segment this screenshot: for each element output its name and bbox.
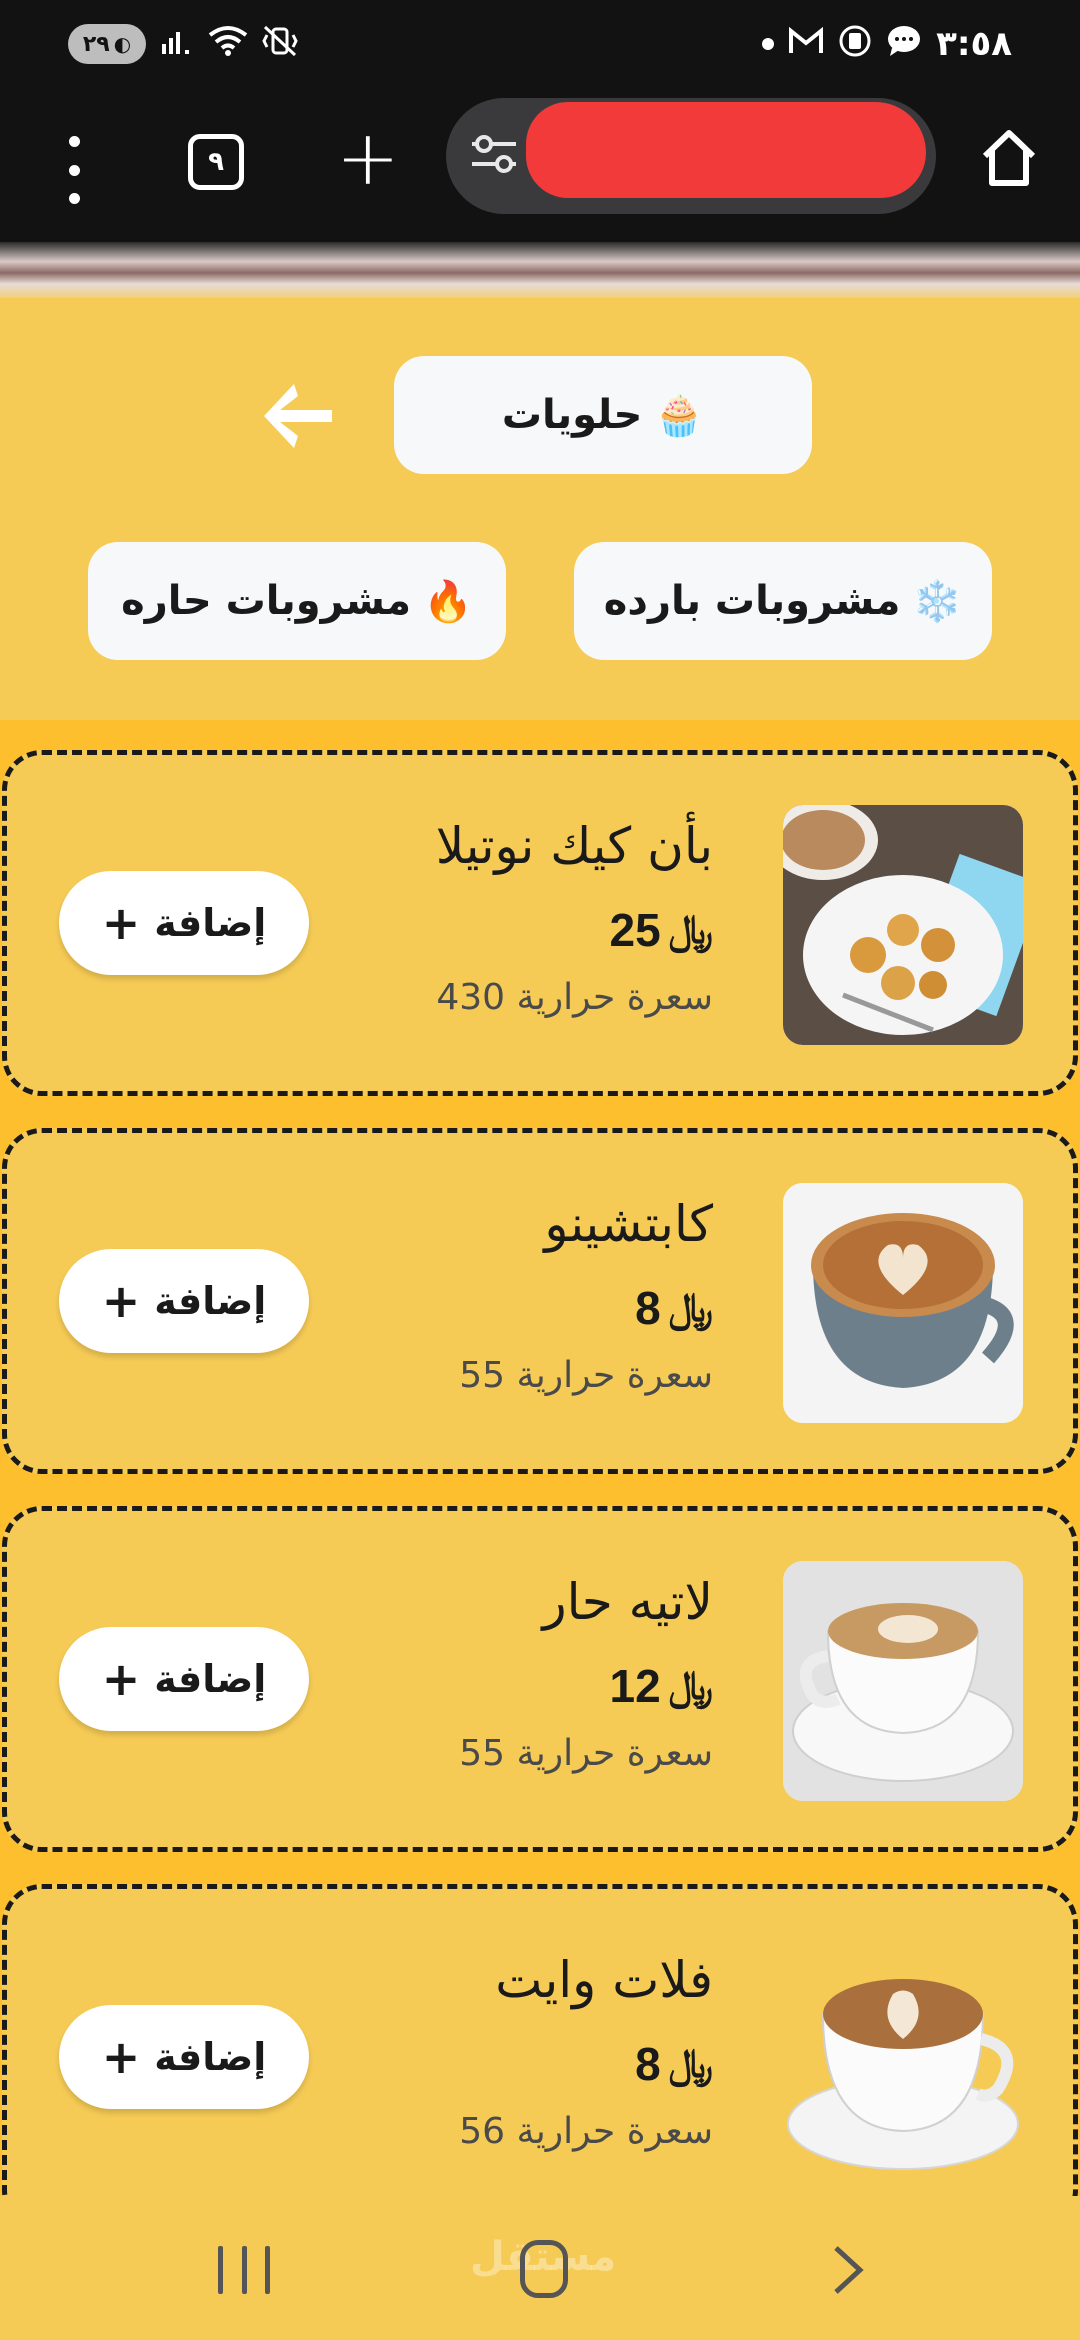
flat-white-image: [783, 1939, 1023, 2179]
system-navigation-bar: مستقل: [0, 2196, 1080, 2340]
battery-icon: ٢٩ ◐: [68, 24, 146, 64]
product-card: بأن كيك نوتيلا 25 ﷼ سعرة حرارية 430 إضاف…: [2, 750, 1078, 1096]
add-to-cart-button[interactable]: إضافة +: [59, 1249, 309, 1353]
fire-icon: 🔥: [423, 578, 473, 625]
wifi-icon: [208, 25, 248, 63]
category-hot-drinks-label: مشروبات حاره: [121, 578, 412, 624]
add-to-cart-button[interactable]: إضافة +: [59, 871, 309, 975]
redacted-url[interactable]: [526, 102, 926, 198]
riyal-icon: ﷼: [668, 907, 713, 952]
header-image-strip: [0, 242, 1080, 298]
address-bar[interactable]: [446, 98, 936, 214]
add-label: إضافة: [154, 901, 267, 945]
category-cold-drinks-label: مشروبات بارده: [603, 578, 901, 624]
product-list: بأن كيك نوتيلا 25 ﷼ سعرة حرارية 430 إضاف…: [0, 720, 1080, 2196]
status-left-icons: ٢٩ ◐: [68, 24, 298, 64]
product-calories: سعرة حرارية 55: [459, 1733, 713, 1774]
plus-icon: +: [101, 1652, 141, 1706]
plus-icon: +: [101, 2030, 141, 2084]
product-price: 12 ﷼: [610, 1659, 713, 1713]
add-to-cart-button[interactable]: إضافة +: [59, 1627, 309, 1731]
price-value: 8: [635, 1282, 661, 1334]
add-label: إضافة: [154, 1279, 267, 1323]
back-icon[interactable]: [828, 2242, 868, 2298]
product-price: 8 ﷼: [635, 2037, 713, 2091]
category-nav: 🧁 حلويات ❄️ مشروبات بارده 🔥 مشروبات حاره: [0, 298, 1080, 720]
riyal-icon: ﷼: [668, 2041, 713, 2086]
status-right-icons: ٣:٥٨: [762, 24, 1012, 64]
product-price: 8 ﷼: [635, 1281, 713, 1335]
cappuccino-image: [783, 1183, 1023, 1423]
price-value: 12: [609, 1660, 661, 1712]
recents-icon[interactable]: [218, 2246, 270, 2294]
product-card: فلات وايت 8 ﷼ سعرة حرارية 56 إضافة +: [2, 1884, 1078, 2196]
home-button-icon[interactable]: [520, 2240, 568, 2298]
site-settings-icon[interactable]: [468, 128, 520, 180]
add-label: إضافة: [154, 2035, 267, 2079]
product-calories: سعرة حرارية 56: [459, 2111, 713, 2152]
product-name: لاتيه حار: [542, 1573, 713, 1631]
sim-icon: [838, 24, 872, 64]
category-cold-drinks-button[interactable]: ❄️ مشروبات بارده: [574, 542, 992, 660]
riyal-icon: ﷼: [668, 1663, 713, 1708]
product-name: بأن كيك نوتيلا: [435, 817, 713, 875]
product-price: 25 ﷼: [610, 903, 713, 957]
product-calories: سعرة حرارية 430: [436, 977, 713, 1018]
product-name: فلات وايت: [495, 1951, 713, 2009]
home-icon[interactable]: [980, 128, 1038, 188]
category-hot-drinks-button[interactable]: 🔥 مشروبات حاره: [88, 542, 506, 660]
plus-icon: +: [101, 896, 141, 950]
plus-icon: +: [101, 1274, 141, 1328]
tab-count: ٩: [208, 147, 224, 177]
cupcake-icon: 🧁: [654, 392, 705, 439]
pancake-image: [783, 805, 1023, 1045]
price-value: 8: [635, 2038, 661, 2090]
riyal-icon: ﷼: [668, 1285, 713, 1330]
back-arrow-icon[interactable]: [258, 376, 338, 456]
product-card: كابتشينو 8 ﷼ سعرة حرارية 55 إضافة +: [2, 1128, 1078, 1474]
add-label: إضافة: [154, 1657, 267, 1701]
snowflake-icon: ❄️: [912, 578, 963, 625]
add-to-cart-button[interactable]: إضافة +: [59, 2005, 309, 2109]
category-sweets-button[interactable]: 🧁 حلويات: [394, 356, 812, 474]
notification-dot-icon: [762, 38, 775, 50]
vibrate-icon: [262, 25, 298, 63]
latte-image: [783, 1561, 1023, 1801]
more-menu-icon[interactable]: [52, 136, 96, 204]
message-icon: [886, 24, 922, 64]
battery-level: ٢٩: [82, 31, 110, 57]
price-value: 25: [609, 904, 661, 956]
product-calories: سعرة حرارية 55: [459, 1355, 713, 1396]
product-card: لاتيه حار 12 ﷼ سعرة حرارية 55 إضافة +: [2, 1506, 1078, 1852]
tab-switcher-button[interactable]: ٩: [188, 134, 244, 190]
product-name: كابتشينو: [544, 1195, 713, 1253]
gmail-icon: [788, 26, 824, 61]
new-tab-button[interactable]: +: [336, 120, 400, 196]
category-sweets-label: حلويات: [501, 392, 643, 438]
status-bar: ٢٩ ◐ ٣:٥٨: [0, 0, 1080, 96]
clock: ٣:٥٨: [936, 24, 1012, 64]
signal-icon: [160, 26, 194, 62]
